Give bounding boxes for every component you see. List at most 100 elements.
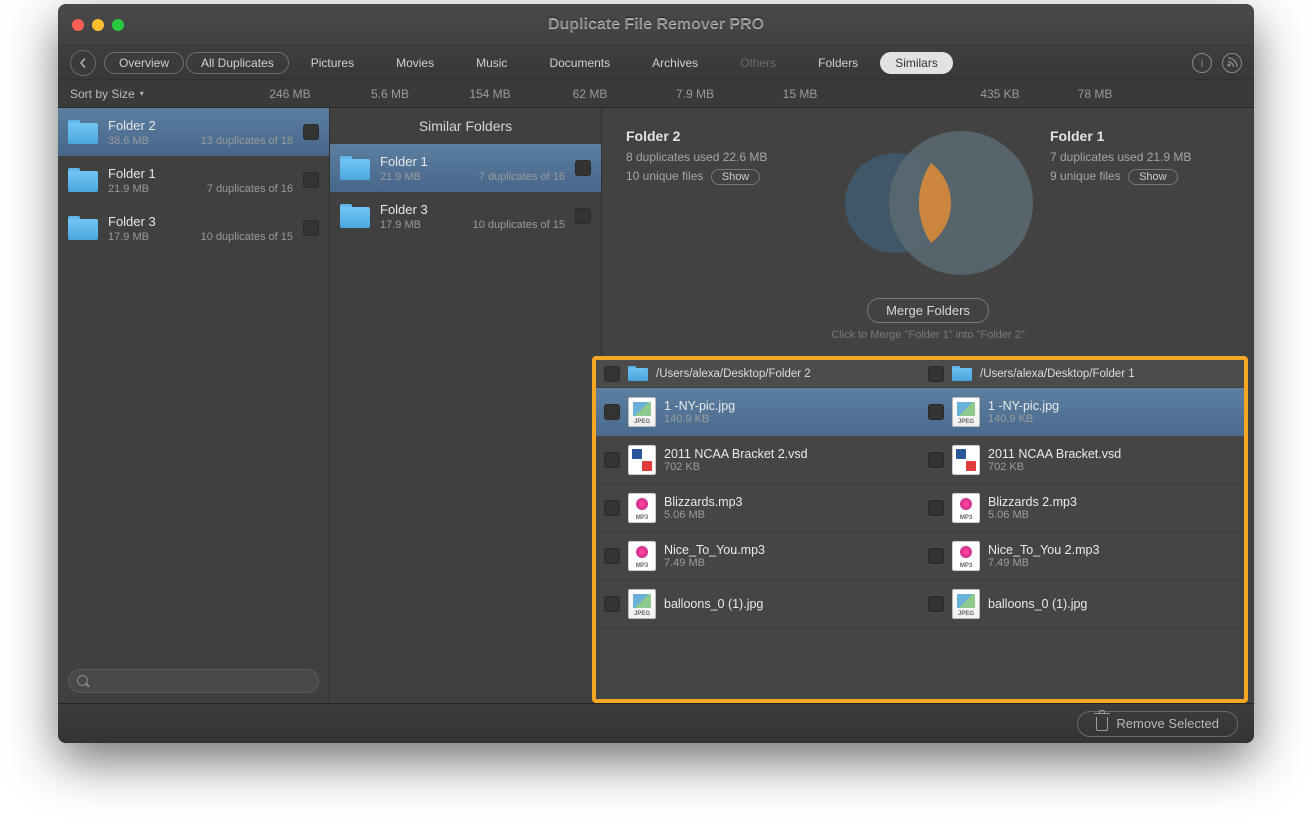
tab-documents[interactable]: Documents xyxy=(529,52,630,74)
tab-archives[interactable]: Archives xyxy=(632,52,718,74)
select-all-right-checkbox[interactable] xyxy=(928,366,944,382)
tab-folders[interactable]: Folders xyxy=(798,52,878,74)
files-comparison: /Users/alexa/Desktop/Folder 2 /Users/ale… xyxy=(592,356,1248,703)
tab-movies[interactable]: Movies xyxy=(376,52,454,74)
folder-icon xyxy=(340,204,370,228)
file-checkbox[interactable] xyxy=(928,452,944,468)
mp3-icon xyxy=(628,541,656,571)
files-header-right: /Users/alexa/Desktop/Folder 1 xyxy=(920,360,1244,387)
file-name: 2011 NCAA Bracket.vsd xyxy=(988,447,1121,461)
tab-music[interactable]: Music xyxy=(456,52,527,74)
search-wrap xyxy=(58,659,329,703)
file-checkbox[interactable] xyxy=(928,596,944,612)
toolbar-icons: i xyxy=(1192,53,1242,73)
folder-name: Folder 1 xyxy=(108,166,293,181)
folder-name: Folder 1 xyxy=(380,154,565,169)
file-name: Nice_To_You 2.mp3 xyxy=(988,543,1099,557)
titlebar: Duplicate File Remover PRO xyxy=(58,4,1254,46)
remove-label: Remove Selected xyxy=(1116,716,1219,731)
show-left-button[interactable]: Show xyxy=(711,169,761,185)
footer: Remove Selected xyxy=(58,703,1254,743)
mp3-icon xyxy=(628,493,656,523)
close-icon[interactable] xyxy=(72,19,84,31)
file-name: balloons_0 (1).jpg xyxy=(988,597,1087,611)
file-size: 5.06 MB xyxy=(988,509,1077,521)
file-row[interactable]: Nice_To_You.mp3 7.49 MB Nice_To_You 2.mp… xyxy=(596,532,1244,580)
file-cell: Nice_To_You.mp3 7.49 MB xyxy=(596,532,920,579)
file-text: 1 -NY-pic.jpg 140.9 KB xyxy=(988,399,1059,425)
show-right-button[interactable]: Show xyxy=(1128,169,1178,185)
file-text: 2011 NCAA Bracket 2.vsd 702 KB xyxy=(664,447,808,473)
folder-checkbox[interactable] xyxy=(303,172,319,188)
similar-folders-panel: Similar Folders Folder 1 21.9 MB7 duplic… xyxy=(330,108,602,703)
left-folder-info: Folder 2 8 duplicates used 22.6 MB 10 un… xyxy=(626,118,806,288)
folder-item[interactable]: Folder 3 17.9 MB10 duplicates of 15 xyxy=(58,204,329,252)
back-button[interactable] xyxy=(70,50,96,76)
file-row[interactable]: balloons_0 (1).jpg balloons_0 (1).jpg xyxy=(596,580,1244,628)
file-text: Nice_To_You 2.mp3 7.49 MB xyxy=(988,543,1099,569)
right-dup-line: 7 duplicates used 21.9 MB xyxy=(1050,150,1230,164)
rss-icon[interactable] xyxy=(1222,53,1242,73)
file-text: Blizzards 2.mp3 5.06 MB xyxy=(988,495,1077,521)
file-checkbox[interactable] xyxy=(928,500,944,516)
folder-list: Folder 2 38.6 MB13 duplicates of 18 Fold… xyxy=(58,108,329,252)
zoom-icon[interactable] xyxy=(112,19,124,31)
file-size: 702 KB xyxy=(664,461,808,473)
folder-item[interactable]: Folder 2 38.6 MB13 duplicates of 18 xyxy=(58,108,329,156)
file-text: 2011 NCAA Bracket.vsd 702 KB xyxy=(988,447,1121,473)
folder-name: Folder 3 xyxy=(108,214,293,229)
folder-checkbox[interactable] xyxy=(575,208,591,224)
folder-item[interactable]: Folder 3 17.9 MB10 duplicates of 15 xyxy=(330,192,601,240)
toolbar: OverviewAll DuplicatesPicturesMoviesMusi… xyxy=(58,46,1254,80)
file-checkbox[interactable] xyxy=(928,548,944,564)
folder-sub: 21.9 MB7 duplicates of 16 xyxy=(108,183,293,195)
file-checkbox[interactable] xyxy=(604,500,620,516)
folder-item[interactable]: Folder 1 21.9 MB7 duplicates of 16 xyxy=(330,144,601,192)
tab-others[interactable]: Others xyxy=(720,52,796,74)
similar-folder-list: Folder 1 21.9 MB7 duplicates of 16 Folde… xyxy=(330,144,601,240)
file-checkbox[interactable] xyxy=(928,404,944,420)
file-cell: balloons_0 (1).jpg xyxy=(596,580,920,627)
tab-overview[interactable]: Overview xyxy=(104,52,184,74)
merge-folders-button[interactable]: Merge Folders xyxy=(867,298,989,323)
left-unique-line: 10 unique files Show xyxy=(626,169,806,185)
tab-similars[interactable]: Similars xyxy=(880,52,953,74)
file-row[interactable]: Blizzards.mp3 5.06 MB Blizzards 2.mp3 5.… xyxy=(596,484,1244,532)
file-cell: Blizzards 2.mp3 5.06 MB xyxy=(920,484,1244,531)
file-checkbox[interactable] xyxy=(604,596,620,612)
file-row[interactable]: 1 -NY-pic.jpg 140.9 KB 1 -NY-pic.jpg 140… xyxy=(596,388,1244,436)
remove-selected-button[interactable]: Remove Selected xyxy=(1077,711,1238,737)
sort-dropdown[interactable]: Sort by Size ▾ xyxy=(70,87,240,101)
folder-item[interactable]: Folder 1 21.9 MB7 duplicates of 16 xyxy=(58,156,329,204)
tab-pictures[interactable]: Pictures xyxy=(291,52,374,74)
minimize-icon[interactable] xyxy=(92,19,104,31)
files-header-left: /Users/alexa/Desktop/Folder 2 xyxy=(596,360,920,387)
file-row[interactable]: 2011 NCAA Bracket 2.vsd 702 KB 2011 NCAA… xyxy=(596,436,1244,484)
file-cell: 2011 NCAA Bracket.vsd 702 KB xyxy=(920,436,1244,483)
tab-size: 62 MB xyxy=(540,87,640,101)
file-checkbox[interactable] xyxy=(604,404,620,420)
folder-text: Folder 2 38.6 MB13 duplicates of 18 xyxy=(108,118,293,147)
right-path: /Users/alexa/Desktop/Folder 1 xyxy=(980,368,1135,380)
mp3-icon xyxy=(952,541,980,571)
select-all-left-checkbox[interactable] xyxy=(604,366,620,382)
folder-checkbox[interactable] xyxy=(575,160,591,176)
file-checkbox[interactable] xyxy=(604,452,620,468)
folder-icon xyxy=(628,366,648,381)
tab-size xyxy=(850,87,950,101)
folder-icon xyxy=(340,156,370,180)
file-text: balloons_0 (1).jpg xyxy=(988,597,1087,611)
folder-checkbox[interactable] xyxy=(303,220,319,236)
tab-size: 78 MB xyxy=(1050,87,1140,101)
file-size: 140.9 KB xyxy=(988,413,1059,425)
folder-sub: 17.9 MB10 duplicates of 15 xyxy=(380,219,565,231)
file-checkbox[interactable] xyxy=(604,548,620,564)
tab-all-duplicates[interactable]: All Duplicates xyxy=(186,52,289,74)
search-input[interactable] xyxy=(68,669,319,693)
file-size: 7.49 MB xyxy=(988,557,1099,569)
info-icon[interactable]: i xyxy=(1192,53,1212,73)
folder-text: Folder 3 17.9 MB10 duplicates of 15 xyxy=(380,202,565,231)
folder-checkbox[interactable] xyxy=(303,124,319,140)
folder-name: Folder 3 xyxy=(380,202,565,217)
app-window: Duplicate File Remover PRO OverviewAll D… xyxy=(58,4,1254,743)
